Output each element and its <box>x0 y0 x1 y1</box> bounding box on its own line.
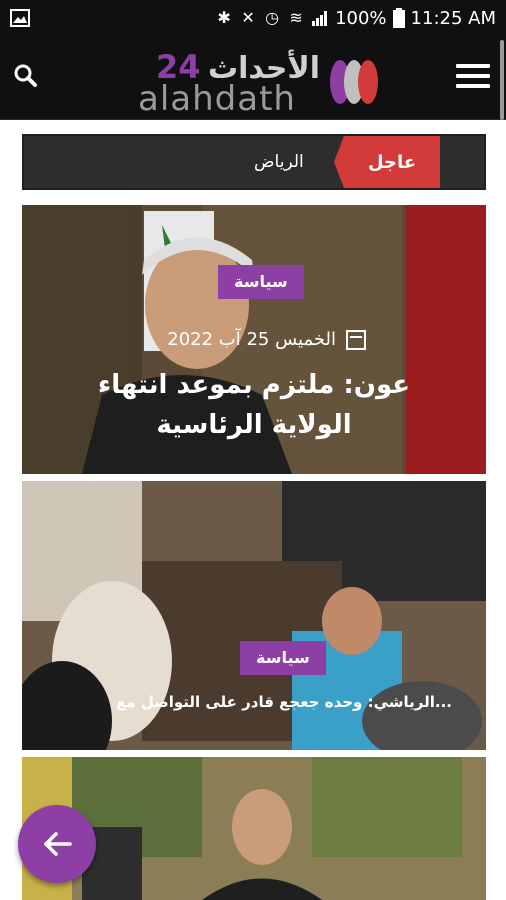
arrow-left-icon <box>44 832 72 856</box>
mute-icon: ✕ <box>241 8 255 27</box>
clock-time: 11:25 AM <box>410 7 496 29</box>
breaking-news-ticker[interactable]: الرياض عاجل <box>22 134 486 190</box>
menu-button[interactable] <box>456 64 490 90</box>
article-title[interactable]: عون: ملتزم بموعد انتهاء الولاية الرئاسية <box>62 365 446 445</box>
category-tag[interactable]: سياسة <box>218 265 304 299</box>
category-tag[interactable]: سياسة <box>240 641 326 675</box>
signal-icon <box>312 11 328 26</box>
alarm-icon: ◷ <box>265 8 280 27</box>
battery-icon <box>392 8 405 28</box>
article-title[interactable]: الرياشي: وحده جعجع قادر على التواصل مع..… <box>116 693 452 711</box>
ticker-text[interactable]: الرياض <box>254 136 304 188</box>
hamburger-menu-icon <box>456 64 490 88</box>
app-header: 24 الأحداث alahdath <box>0 36 506 120</box>
article-date: الخميس 25 آب 2022 <box>167 329 366 350</box>
scrollbar[interactable] <box>500 40 504 120</box>
back-button[interactable] <box>18 805 96 883</box>
date-text: الخميس 25 آب 2022 <box>167 329 336 350</box>
search-button[interactable] <box>12 62 40 90</box>
gallery-icon <box>10 9 30 27</box>
bluetooth-icon: ✱ <box>217 8 231 27</box>
logo-mark <box>330 60 378 104</box>
status-bar: ✱ ✕ ◷ ≋ 100% 11:25 AM <box>0 0 506 36</box>
wifi-icon: ≋ <box>289 8 303 27</box>
logo-latin: alahdath <box>138 79 296 116</box>
search-icon <box>14 64 37 87</box>
article-card[interactable]: سياسة الرياشي: وحده جعجع قادر على التواص… <box>22 481 486 750</box>
article-card[interactable]: سياسة الخميس 25 آب 2022 عون: ملتزم بموعد… <box>22 205 486 474</box>
breaking-badge: عاجل <box>334 136 440 188</box>
calendar-icon <box>346 329 366 350</box>
site-logo[interactable]: 24 الأحداث alahdath <box>136 44 382 119</box>
battery-percent: 100% <box>335 7 387 29</box>
